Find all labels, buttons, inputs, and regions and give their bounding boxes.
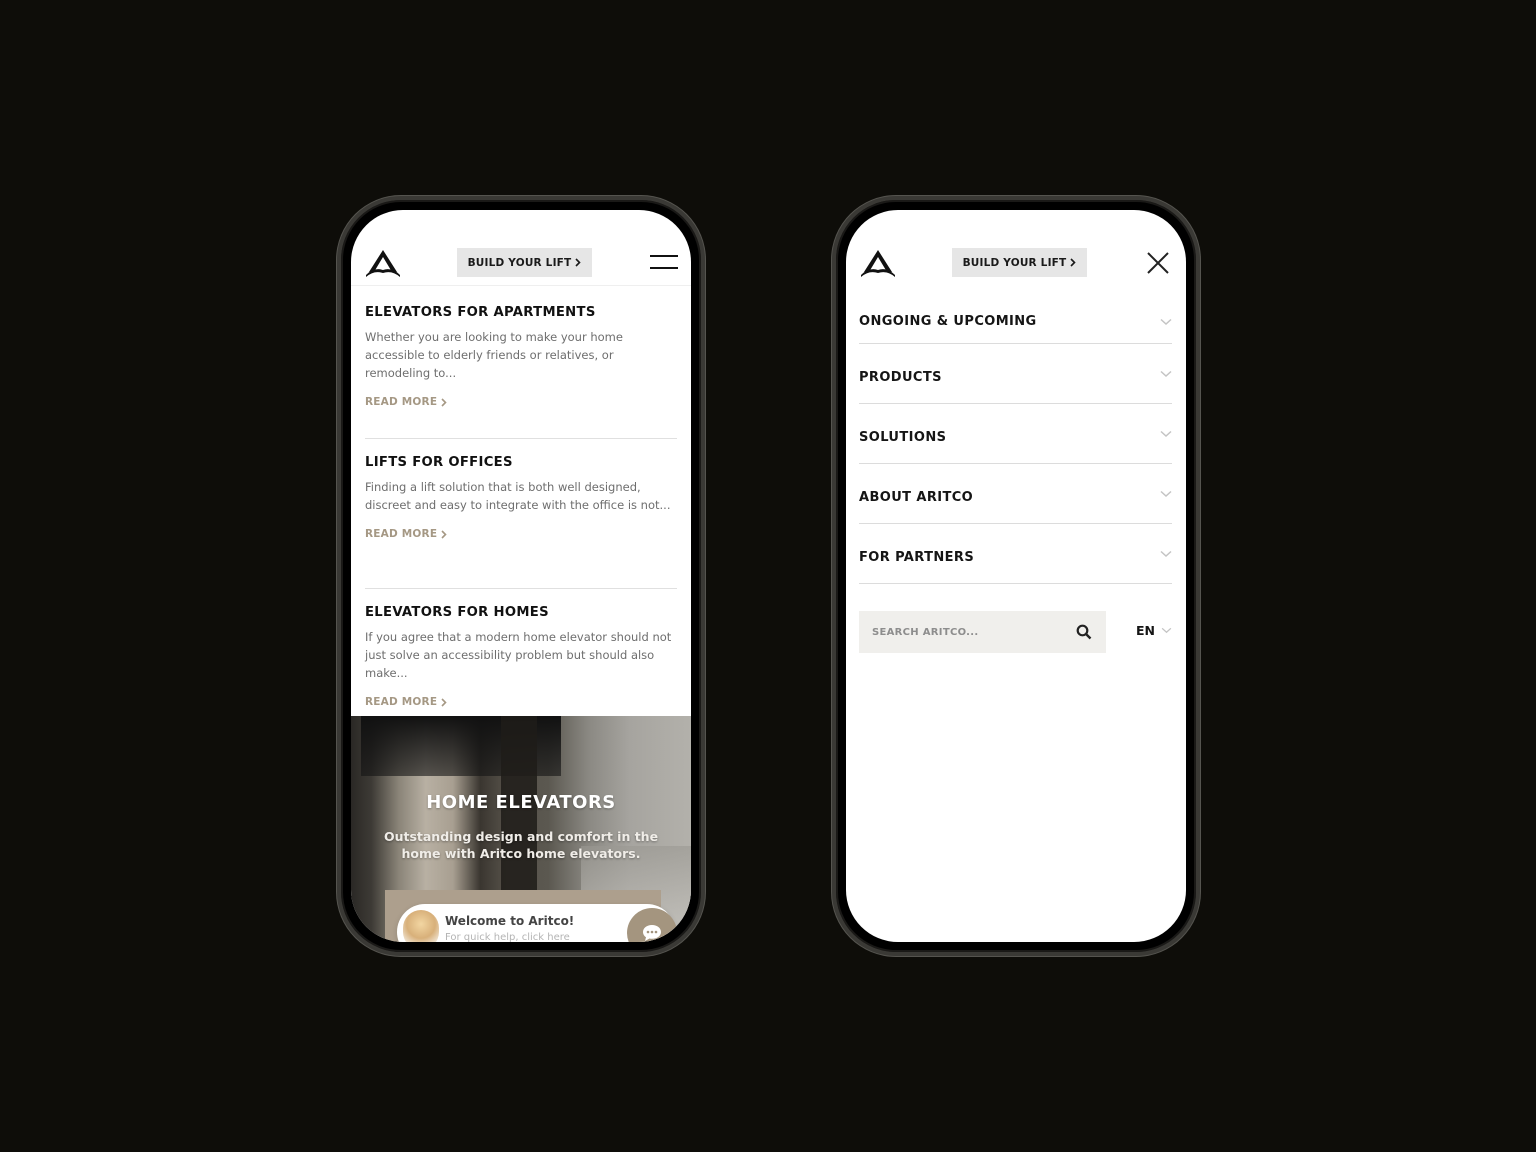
phone-screen-right: BUILD YOUR LIFT ONGOING & UPCOMING PRODU… <box>846 210 1186 942</box>
read-more-link[interactable]: READ MORE <box>365 528 447 540</box>
chevron-right-icon <box>441 697 447 707</box>
menu-item-ongoing-upcoming[interactable]: ONGOING & UPCOMING <box>859 300 1172 344</box>
menu-item-label: ABOUT ARITCO <box>859 490 974 505</box>
chevron-down-icon <box>1160 430 1172 437</box>
article-title: LIFTS FOR OFFICES <box>365 455 513 470</box>
hamburger-icon[interactable] <box>650 254 678 270</box>
chevron-right-icon <box>575 258 582 267</box>
menu-item-label: FOR PARTNERS <box>859 550 975 565</box>
chevron-down-icon <box>1160 550 1172 557</box>
menu-item-label: SOLUTIONS <box>859 430 947 445</box>
menu-item-label: ONGOING & UPCOMING <box>859 314 1037 329</box>
phone-frame-left: BUILD YOUR LIFT ELEVATORS FOR APARTMENTS… <box>337 196 705 956</box>
chat-subtitle: For quick help, click here <box>445 932 570 942</box>
search-box <box>859 611 1106 653</box>
chevron-right-icon <box>1070 258 1077 267</box>
language-selector[interactable]: EN <box>1136 623 1172 638</box>
nav-menu: ONGOING & UPCOMING PRODUCTS SOLUTIONS AB… <box>859 300 1172 584</box>
article-title: ELEVATORS FOR APARTMENTS <box>365 305 596 320</box>
chevron-down-icon <box>1161 627 1172 634</box>
aritco-logo-icon[interactable] <box>364 247 402 279</box>
menu-item-products[interactable]: PRODUCTS <box>859 344 1172 404</box>
phone-frame-right: BUILD YOUR LIFT ONGOING & UPCOMING PRODU… <box>832 196 1200 956</box>
site-header: BUILD YOUR LIFT <box>846 210 1186 286</box>
search-input[interactable] <box>859 611 1059 653</box>
build-button-label: BUILD YOUR LIFT <box>467 256 572 269</box>
read-more-link[interactable]: READ MORE <box>365 696 447 708</box>
close-icon[interactable] <box>1145 250 1171 276</box>
menu-item-solutions[interactable]: SOLUTIONS <box>859 404 1172 464</box>
article-item: LIFTS FOR OFFICES Finding a lift solutio… <box>365 454 677 589</box>
chat-widget[interactable]: Welcome to Aritco! For quick help, click… <box>397 904 677 942</box>
build-button-label: BUILD YOUR LIFT <box>962 256 1067 269</box>
chat-bubble-icon <box>643 925 661 941</box>
read-more-label: READ MORE <box>365 696 438 708</box>
menu-item-for-partners[interactable]: FOR PARTNERS <box>859 524 1172 584</box>
chevron-right-icon <box>441 397 447 407</box>
menu-item-label: PRODUCTS <box>859 370 942 385</box>
site-header: BUILD YOUR LIFT <box>351 210 691 286</box>
phone-screen-left: BUILD YOUR LIFT ELEVATORS FOR APARTMENTS… <box>351 210 691 942</box>
chevron-right-icon <box>441 529 447 539</box>
article-excerpt: Finding a lift solution that is both wel… <box>365 480 671 512</box>
article-excerpt: If you agree that a modern home elevator… <box>365 630 672 680</box>
search-icon[interactable] <box>1076 624 1092 640</box>
menu-item-about-aritco[interactable]: ABOUT ARITCO <box>859 464 1172 524</box>
hero-banner: HOME ELEVATORS Outstanding design and co… <box>351 716 691 942</box>
hero-subtitle: Outstanding design and comfort in the ho… <box>383 829 659 861</box>
article-title: ELEVATORS FOR HOMES <box>365 605 549 620</box>
article-item: ELEVATORS FOR APARTMENTS Whether you are… <box>365 304 677 439</box>
build-your-lift-button[interactable]: BUILD YOUR LIFT <box>457 248 592 277</box>
article-excerpt: Whether you are looking to make your hom… <box>365 330 623 380</box>
read-more-label: READ MORE <box>365 528 438 540</box>
article-list: ELEVATORS FOR APARTMENTS Whether you are… <box>365 304 677 754</box>
hero-title: HOME ELEVATORS <box>426 792 616 813</box>
aritco-logo-icon[interactable] <box>859 247 897 279</box>
read-more-link[interactable]: READ MORE <box>365 396 447 408</box>
chevron-down-icon <box>1160 318 1172 325</box>
chevron-down-icon <box>1160 370 1172 377</box>
chat-title: Welcome to Aritco! <box>445 914 575 928</box>
build-your-lift-button[interactable]: BUILD YOUR LIFT <box>952 248 1087 277</box>
search-row: EN <box>859 611 1172 653</box>
chat-agent-avatar <box>403 910 439 942</box>
language-code: EN <box>1135 623 1155 638</box>
read-more-label: READ MORE <box>365 396 438 408</box>
chevron-down-icon <box>1160 490 1172 497</box>
